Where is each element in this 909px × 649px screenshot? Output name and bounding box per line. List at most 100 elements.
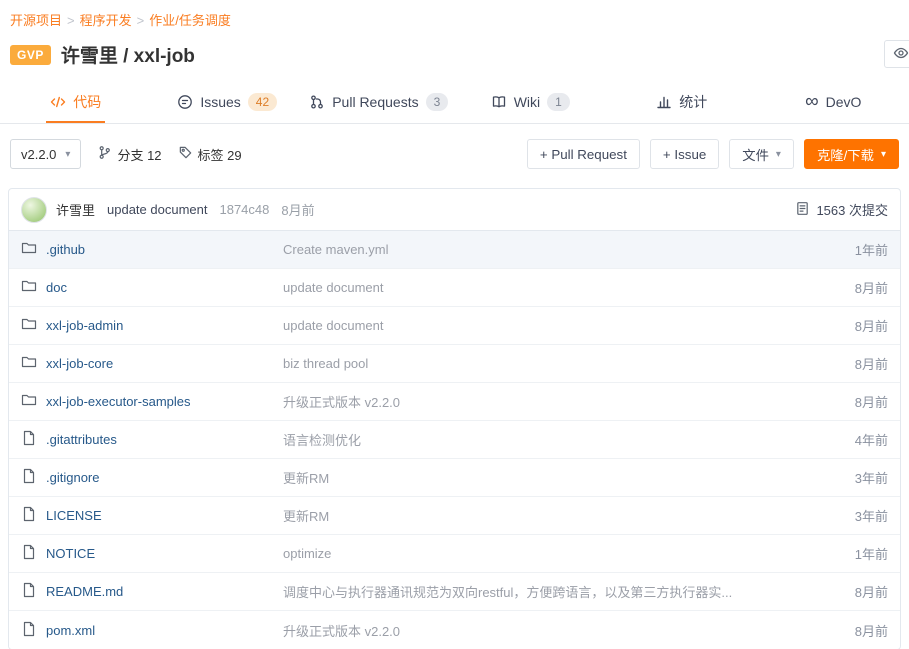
- table-row[interactable]: NOTICE optimize 1年前: [9, 535, 900, 573]
- commit-message-link[interactable]: 语言检测优化: [283, 433, 361, 448]
- clone-download-button[interactable]: 克隆/下载 ▾: [803, 139, 899, 169]
- avatar[interactable]: [21, 196, 47, 223]
- file-name-link[interactable]: xxl-job-executor-samples: [46, 394, 191, 409]
- folder-icon: [21, 240, 37, 259]
- commit-message-link[interactable]: 升级正式版本 v2.2.0: [283, 395, 400, 410]
- infinity-icon: ∞: [805, 91, 819, 112]
- page-title[interactable]: 许雪里 / xxl-job: [61, 41, 195, 68]
- breadcrumb-task-scheduling[interactable]: 作业/任务调度: [149, 13, 231, 28]
- file-time: 8月前: [854, 357, 888, 372]
- tab-label: Pull Requests: [332, 94, 419, 110]
- new-pull-request-button[interactable]: + Pull Request: [526, 139, 640, 169]
- issues-icon: [177, 94, 193, 110]
- repo-toolbar: v2.2.0 ▾ 分支 12 标签 29 + Pull Request + Is…: [0, 124, 909, 184]
- chevron-down-icon: ▾: [775, 148, 781, 160]
- file-time: 3年前: [854, 471, 888, 486]
- file-name-link[interactable]: .github: [46, 242, 85, 257]
- tab-issues[interactable]: Issues 42: [152, 80, 304, 123]
- commit-message-link[interactable]: update document: [283, 318, 383, 333]
- commit-message-link[interactable]: 升级正式版本 v2.2.0: [283, 624, 400, 639]
- commit-list-icon: [795, 201, 810, 219]
- version-selector[interactable]: v2.2.0 ▾: [10, 139, 82, 169]
- table-row[interactable]: .github Create maven.yml 1年前: [9, 231, 900, 269]
- tab-label: Wiki: [513, 94, 541, 110]
- new-issue-button[interactable]: + Issue: [649, 139, 720, 169]
- commit-message-link[interactable]: 调度中心与执行器通讯规范为双向restful，方便跨语言，以及第三方执行器实..…: [283, 585, 732, 600]
- tag-icon: [178, 145, 193, 163]
- tags-label: 标签 29: [197, 147, 242, 163]
- commit-message-link[interactable]: biz thread pool: [283, 356, 368, 371]
- table-row[interactable]: README.md 调度中心与执行器通讯规范为双向restful，方便跨语言，以…: [9, 573, 900, 611]
- gvp-badge[interactable]: GVP: [10, 44, 51, 65]
- table-row[interactable]: doc update document 8月前: [9, 269, 900, 307]
- tab-wiki[interactable]: Wiki 1: [455, 80, 607, 123]
- code-icon: [50, 94, 66, 110]
- branches-label: 分支 12: [117, 147, 162, 163]
- commit-message-link[interactable]: 更新RM: [283, 509, 329, 524]
- file-icon: [21, 506, 37, 525]
- watch-button[interactable]: [884, 40, 909, 68]
- folder-icon: [21, 392, 37, 411]
- tab-label: DevO: [825, 94, 862, 110]
- file-icon: [21, 621, 37, 640]
- table-row[interactable]: .gitignore 更新RM 3年前: [9, 459, 900, 497]
- file-time: 8月前: [854, 319, 888, 334]
- table-row[interactable]: xxl-job-executor-samples 升级正式版本 v2.2.0 8…: [9, 383, 900, 421]
- chevron-down-icon: ▾: [65, 148, 71, 160]
- table-row[interactable]: .gitattributes 语言检测优化 4年前: [9, 421, 900, 459]
- file-name-link[interactable]: LICENSE: [46, 508, 102, 523]
- tab-label: Issues: [200, 94, 241, 110]
- commit-message-link[interactable]: optimize: [283, 546, 331, 561]
- file-menu-button[interactable]: 文件 ▾: [729, 139, 794, 169]
- file-menu-label: 文件: [742, 147, 769, 163]
- commit-message-link[interactable]: update document: [283, 280, 383, 295]
- breadcrumb-separator: >: [136, 13, 145, 28]
- file-name-link[interactable]: README.md: [46, 584, 123, 599]
- file-name-link[interactable]: NOTICE: [46, 546, 95, 561]
- tab-code[interactable]: 代码: [0, 80, 152, 123]
- file-time: 3年前: [854, 509, 888, 524]
- toolbar-actions: + Pull Request + Issue 文件 ▾ 克隆/下载 ▾: [526, 139, 899, 169]
- tab-devops[interactable]: ∞ DevO: [758, 80, 909, 123]
- commit-author[interactable]: 许雪里: [56, 200, 95, 219]
- branch-icon: [97, 145, 112, 163]
- breadcrumb-open-source[interactable]: 开源项目: [10, 13, 62, 28]
- table-row[interactable]: xxl-job-core biz thread pool 8月前: [9, 345, 900, 383]
- tags-link[interactable]: 标签 29: [178, 145, 242, 164]
- file-icon: [21, 544, 37, 563]
- file-icon: [21, 468, 37, 487]
- commit-message-link[interactable]: 更新RM: [283, 471, 329, 486]
- clone-download-label: 克隆/下载: [816, 147, 874, 163]
- commits-count-label: 1563 次提交: [816, 203, 888, 218]
- eye-icon: [893, 45, 909, 64]
- issues-count-badge: 42: [247, 93, 278, 111]
- file-name-link[interactable]: pom.xml: [46, 623, 95, 638]
- table-row[interactable]: pom.xml 升级正式版本 v2.2.0 8月前: [9, 611, 900, 649]
- table-row[interactable]: xxl-job-admin update document 8月前: [9, 307, 900, 345]
- file-tree: 许雪里 update document 1874c48 8月前 1563 次提交…: [8, 188, 901, 649]
- breadcrumb-program-dev[interactable]: 程序开发: [80, 13, 132, 28]
- version-selector-value: v2.2.0: [21, 146, 57, 162]
- branches-link[interactable]: 分支 12: [97, 145, 162, 164]
- table-row[interactable]: LICENSE 更新RM 3年前: [9, 497, 900, 535]
- breadcrumb-separator: >: [67, 13, 75, 28]
- file-name-link[interactable]: xxl-job-admin: [46, 318, 123, 333]
- commit-hash[interactable]: 1874c48: [219, 202, 269, 217]
- repo-tabs: 代码 Issues 42 Pull Requests 3 Wiki 1 统计 ∞…: [0, 80, 909, 124]
- tab-pull-requests[interactable]: Pull Requests 3: [303, 80, 455, 123]
- folder-icon: [21, 354, 37, 373]
- file-time: 1年前: [854, 243, 888, 258]
- file-name-link[interactable]: .gitignore: [46, 470, 99, 485]
- file-time: 8月前: [854, 281, 888, 296]
- pull-requests-count-badge: 3: [425, 93, 449, 111]
- commit-message[interactable]: update document: [107, 202, 207, 217]
- latest-commit-bar: 许雪里 update document 1874c48 8月前 1563 次提交: [9, 189, 900, 231]
- file-time: 8月前: [854, 395, 888, 410]
- commit-time: 8月前: [281, 203, 315, 218]
- file-name-link[interactable]: doc: [46, 280, 67, 295]
- commits-count-link[interactable]: 1563 次提交: [795, 200, 888, 219]
- tab-stats[interactable]: 统计: [606, 80, 758, 123]
- commit-message-link[interactable]: Create maven.yml: [283, 242, 388, 257]
- file-name-link[interactable]: .gitattributes: [46, 432, 117, 447]
- file-name-link[interactable]: xxl-job-core: [46, 356, 113, 371]
